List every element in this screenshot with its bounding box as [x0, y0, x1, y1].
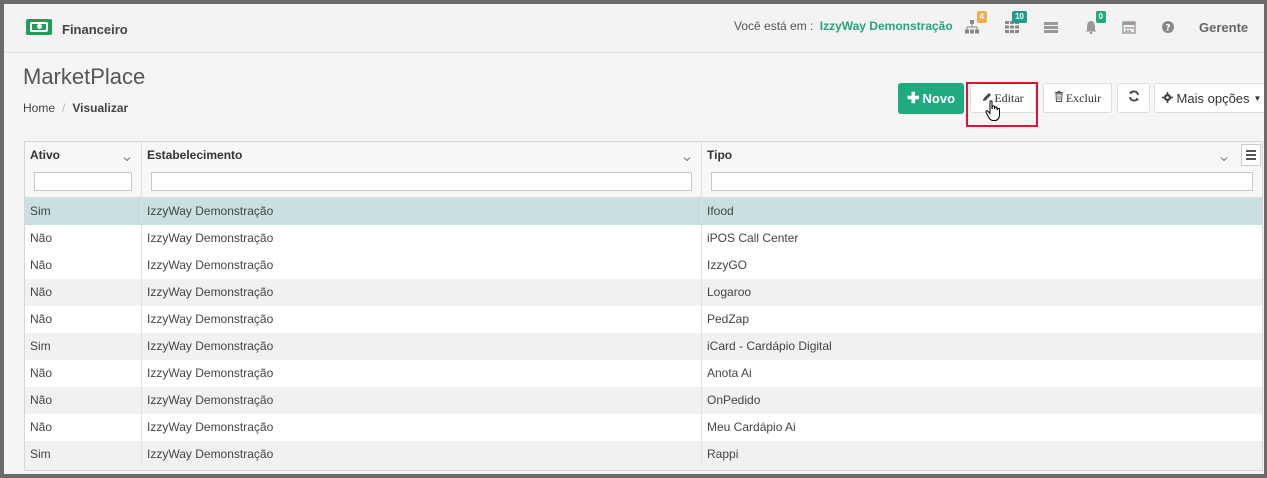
table-row[interactable]: Não IzzyWay Demonstração Logaroo [25, 279, 1262, 306]
calendar-icon[interactable] [1122, 20, 1136, 34]
refresh-icon [1128, 90, 1140, 106]
location-prefix: Você está em : [734, 19, 814, 33]
help-icon[interactable]: ? [1161, 20, 1175, 34]
breadcrumb: Home / Visualizar [23, 101, 128, 115]
module-brand[interactable]: Financeiro [26, 16, 128, 37]
cell-ativo: Não [25, 252, 142, 279]
plus-icon: ✚ [906, 89, 920, 107]
table-row[interactable]: Não IzzyWay Demonstração iPOS Call Cente… [25, 225, 1262, 252]
sitemap-badge: 4 [976, 11, 987, 23]
user-menu[interactable]: Gerente [1199, 20, 1248, 35]
bell-badge: 0 [1095, 11, 1106, 23]
new-button-label: Novo [922, 91, 956, 106]
bell-icon[interactable]: 0 [1084, 11, 1106, 35]
more-options-label: Mais opções [1176, 90, 1250, 106]
cell-ativo: Não [25, 225, 142, 252]
cell-tipo: Anota Ai [707, 366, 752, 380]
column-menu-icon[interactable] [1241, 144, 1261, 166]
breadcrumb-current: Visualizar [72, 101, 129, 115]
app-window: Financeiro Você está em : IzzyWay Demons… [0, 0, 1267, 478]
cell-estabelecimento: IzzyWay Demonstração [142, 306, 702, 333]
top-bar: Financeiro Você está em : IzzyWay Demons… [4, 4, 1264, 53]
cell-ativo: Não [25, 360, 142, 387]
sitemap-icon[interactable]: 4 [965, 11, 987, 34]
cell-ativo: Não [25, 414, 142, 441]
cell-ativo: Sim [25, 198, 142, 225]
column-label: Ativo [30, 148, 60, 162]
money-icon [26, 18, 52, 35]
cell-tipo: Logaroo [707, 285, 752, 299]
breadcrumb-home[interactable]: Home [23, 101, 55, 115]
cell-estabelecimento: IzzyWay Demonstração [142, 333, 702, 360]
cell-tipo: Meu Cardápio Ai [707, 420, 796, 434]
grid-badge: 10 [1012, 11, 1027, 23]
cell-estabelecimento: IzzyWay Demonstração [142, 414, 702, 441]
filter-input-ativo[interactable] [34, 172, 132, 191]
gear-icon [1161, 91, 1173, 106]
column-header-estabelecimento[interactable]: Estabelecimento [142, 142, 702, 197]
cell-tipo: OnPedido [707, 393, 761, 407]
chevron-down-icon[interactable] [683, 150, 691, 162]
filter-input-tipo[interactable] [711, 172, 1253, 191]
more-options-button[interactable]: Mais opções ▼ [1154, 83, 1264, 113]
table-row[interactable]: Não IzzyWay Demonstração OnPedido [25, 387, 1262, 414]
table-row[interactable]: Não IzzyWay Demonstração Anota Ai [25, 360, 1262, 387]
server-icon[interactable] [1044, 20, 1058, 34]
cell-estabelecimento: IzzyWay Demonstração [142, 360, 702, 387]
svg-text:?: ? [1165, 24, 1170, 34]
horizontal-scrollbar[interactable] [25, 464, 1262, 470]
cell-estabelecimento: IzzyWay Demonstração [142, 198, 702, 225]
table-row[interactable]: Não IzzyWay Demonstração IzzyGO [25, 252, 1262, 279]
cell-estabelecimento: IzzyWay Demonstração [142, 252, 702, 279]
cell-estabelecimento: IzzyWay Demonstração [142, 387, 702, 414]
chevron-down-icon[interactable] [123, 150, 131, 162]
hand-cursor-icon [985, 100, 1003, 127]
cell-ativo: Sim [25, 333, 142, 360]
table-row[interactable]: Sim IzzyWay Demonstração Ifood [25, 198, 1262, 225]
current-location: Você está em : IzzyWay Demonstração [734, 19, 953, 33]
cell-tipo: PedZap [707, 312, 750, 326]
chevron-down-icon[interactable] [1220, 150, 1228, 162]
module-label: Financeiro [62, 22, 128, 37]
column-header-tipo[interactable]: Tipo [702, 142, 1262, 197]
cell-ativo: Não [25, 306, 142, 333]
grid-icon[interactable]: 10 [1005, 11, 1027, 34]
page-title: MarketPlace [23, 64, 146, 89]
cell-tipo: IzzyGO [707, 258, 748, 272]
table-row[interactable]: Não IzzyWay Demonstração Meu Cardápio Ai [25, 414, 1262, 441]
column-label: Tipo [707, 148, 733, 162]
delete-button[interactable]: Excluir [1043, 83, 1112, 113]
grid-header: Ativo Estabelecimento Tipo [25, 142, 1262, 198]
table-row[interactable]: Não IzzyWay Demonstração PedZap [25, 306, 1262, 333]
delete-button-label: Excluir [1065, 90, 1102, 105]
cell-tipo: iPOS Call Center [707, 231, 799, 245]
refresh-button[interactable] [1117, 83, 1150, 113]
column-header-ativo[interactable]: Ativo [25, 142, 142, 197]
cell-estabelecimento: IzzyWay Demonstração [142, 279, 702, 306]
column-label: Estabelecimento [147, 148, 243, 162]
cell-ativo: Não [25, 279, 142, 306]
caret-down-icon: ▼ [1253, 93, 1262, 103]
cell-ativo: Não [25, 387, 142, 414]
cell-tipo: Ifood [707, 204, 734, 218]
company-link[interactable]: IzzyWay Demonstração [820, 19, 953, 33]
cell-estabelecimento: IzzyWay Demonstração [142, 225, 702, 252]
trash-icon [1054, 90, 1064, 106]
breadcrumb-separator: / [62, 101, 66, 115]
table-row[interactable]: Sim IzzyWay Demonstração iCard - Cardápi… [25, 333, 1262, 360]
new-button[interactable]: ✚ Novo [898, 83, 964, 114]
filter-input-estabelecimento[interactable] [151, 172, 692, 191]
cell-tipo: iCard - Cardápio Digital [707, 339, 832, 353]
marketplace-grid: Ativo Estabelecimento Tipo Sim IzzyWay D… [24, 141, 1263, 471]
